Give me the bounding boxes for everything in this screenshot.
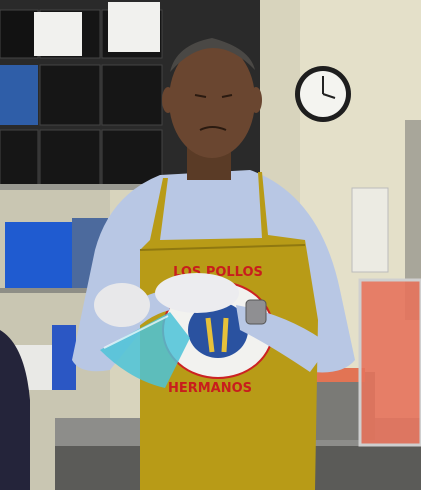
wristwatch (245, 299, 267, 325)
right-glove (155, 273, 239, 313)
watermelon-container (358, 278, 421, 447)
left-glove (94, 283, 150, 327)
apron-text-bottom: HERMANOS (168, 381, 252, 396)
ear-right (250, 87, 262, 113)
photo-scene: LOS POLLOS HERMANOS (0, 0, 421, 490)
lower-shelf (0, 288, 95, 293)
ear-left (162, 87, 174, 113)
paper-sign-right (108, 2, 160, 52)
wall-panel (351, 187, 389, 273)
blue-crate (0, 65, 38, 125)
blue-bin (5, 222, 77, 288)
photo-illustration: LOS POLLOS HERMANOS (0, 0, 421, 490)
blue-container (52, 325, 76, 390)
paper-sign-left (34, 12, 82, 56)
wall-clock (295, 66, 351, 122)
